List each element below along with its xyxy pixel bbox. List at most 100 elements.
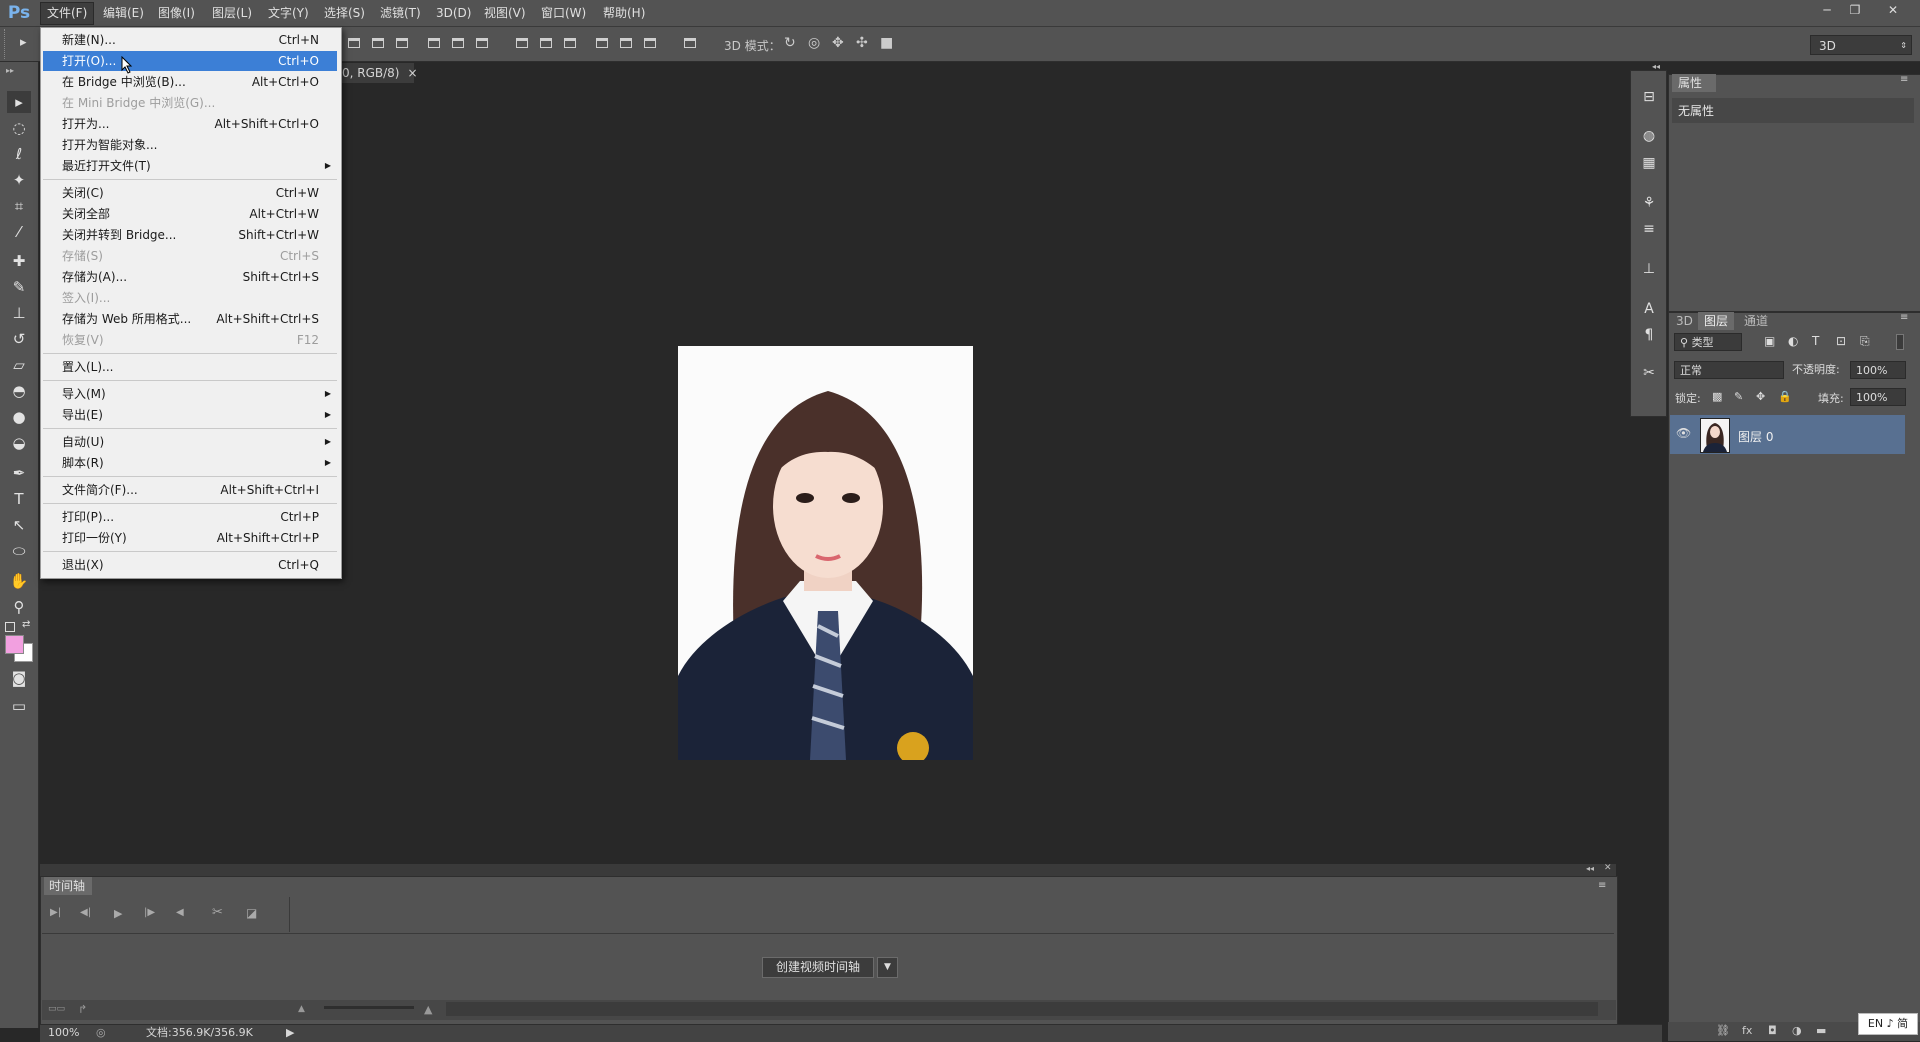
layer-filter-select[interactable]: ⚲ 类型 <box>1674 333 1742 351</box>
filter-smart-object-icon[interactable]: ⎘ <box>1860 334 1870 349</box>
close-tab-icon[interactable]: × <box>408 66 418 80</box>
ime-indicator[interactable]: EN ♪ 简 <box>1858 1013 1918 1035</box>
file-menu-item[interactable]: 打开为智能对象... <box>43 135 337 155</box>
hand-tool-icon[interactable]: ✋ <box>7 570 31 592</box>
menu-item[interactable]: 帮助(H) <box>597 0 651 26</box>
menu-item[interactable]: 窗口(W) <box>535 0 592 26</box>
file-menu-item[interactable]: 退出(X) Ctrl+Q <box>43 555 337 575</box>
link-layers-icon[interactable]: ⛓ <box>1716 1024 1730 1037</box>
restore-button[interactable]: ❐ <box>1842 2 1868 18</box>
menu-item[interactable]: 选择(S) <box>318 0 371 26</box>
file-menu-item[interactable]: 新建(N)... Ctrl+N <box>43 30 337 50</box>
path-selection-tool-icon[interactable]: ↖ <box>7 514 31 536</box>
auto-align-icon[interactable] <box>682 35 698 51</box>
align-vcenter-icon[interactable] <box>370 35 386 51</box>
align-top-icon[interactable] <box>346 35 362 51</box>
properties-tab[interactable]: 属性 <box>1672 74 1716 92</box>
lasso-tool-icon[interactable]: ℓ <box>7 143 31 165</box>
blur-tool-icon[interactable]: ● <box>7 406 31 428</box>
timeline-menu-icon[interactable]: ≡ <box>1598 880 1606 891</box>
3d-slide-icon[interactable]: ✣ <box>856 35 868 51</box>
pen-tool-icon[interactable]: ✒ <box>7 462 31 484</box>
create-video-timeline-button[interactable]: 创建视频时间轴 <box>762 957 874 978</box>
history-brush-tool-icon[interactable]: ↺ <box>7 328 31 350</box>
magic-wand-tool-icon[interactable]: ✦ <box>7 169 31 191</box>
filter-adjustment-icon[interactable]: ◐ <box>1788 334 1798 348</box>
timeline-scrollbar[interactable] <box>446 1002 1598 1016</box>
fill-field[interactable]: 100% <box>1850 388 1906 406</box>
timeline-close-icon[interactable]: ✕ <box>1604 863 1612 873</box>
menu-item[interactable]: 滤镜(T) <box>374 0 427 26</box>
file-menu-item[interactable]: 脚本(R) ▶ <box>43 453 337 473</box>
distribute-bottom-icon[interactable] <box>562 35 578 51</box>
file-menu-item[interactable]: 存储为(A)... Shift+Ctrl+S <box>43 267 337 287</box>
file-menu-item[interactable]: 导出(E) ▶ <box>43 405 337 425</box>
tool-presets-panel-icon[interactable]: ✂ <box>1639 363 1659 383</box>
go-to-first-frame-icon[interactable]: ▶| <box>50 907 61 918</box>
menu-item[interactable]: 图层(L) <box>206 0 258 26</box>
align-bottom-icon[interactable] <box>394 35 410 51</box>
move-tool-preset-icon[interactable]: ▸ <box>20 35 27 50</box>
add-mask-icon[interactable]: ◘ <box>1768 1024 1777 1037</box>
previous-frame-icon[interactable]: ◀| <box>80 907 91 918</box>
lock-transparent-icon[interactable]: ▩ <box>1712 390 1722 403</box>
foreground-color-swatch[interactable] <box>5 635 24 654</box>
ellipse-tool-icon[interactable]: ⬭ <box>7 540 31 562</box>
options-bar-grip[interactable] <box>4 29 13 59</box>
lock-position-icon[interactable]: ✥ <box>1756 390 1765 403</box>
history-panel-icon[interactable]: ⊟ <box>1639 87 1659 107</box>
render-video-icon[interactable]: ↱ <box>78 1003 87 1016</box>
opacity-field[interactable]: 100% <box>1850 361 1906 379</box>
file-menu-item[interactable]: 最近打开文件(T) ▶ <box>43 156 337 176</box>
file-menu-item[interactable]: 打印一份(Y) Alt+Shift+Ctrl+P <box>43 528 337 548</box>
brush-panel-icon[interactable]: ⚘ <box>1639 193 1659 213</box>
tab-3d[interactable]: 3D <box>1670 312 1699 330</box>
file-menu-item[interactable]: 关闭并转到 Bridge... Shift+Ctrl+W <box>43 225 337 245</box>
filter-shape-icon[interactable]: ⊡ <box>1836 334 1846 348</box>
paragraph-panel-icon[interactable]: ¶ <box>1639 325 1659 345</box>
adjustments-panel-icon[interactable]: ≡ <box>1639 219 1659 239</box>
close-window-button[interactable]: ✕ <box>1880 2 1906 18</box>
menu-item[interactable]: 编辑(E) <box>97 0 150 26</box>
layers-menu-icon[interactable]: ≡ <box>1900 312 1908 323</box>
file-menu-item[interactable]: 打印(P)... Ctrl+P <box>43 507 337 527</box>
zoom-tool-icon[interactable]: ⚲ <box>7 596 31 618</box>
type-tool-icon[interactable]: T <box>7 488 31 510</box>
swatches-panel-icon[interactable]: ▦ <box>1639 153 1659 173</box>
audio-icon[interactable]: ◀ <box>176 907 184 918</box>
file-menu-item[interactable]: 关闭(C) Ctrl+W <box>43 183 337 203</box>
next-frame-icon[interactable]: |▶ <box>144 907 155 918</box>
file-menu-item[interactable]: 在 Bridge 中浏览(B)... Alt+Ctrl+O <box>43 72 337 92</box>
file-menu-item[interactable]: 自动(U) ▶ <box>43 432 337 452</box>
timeline-mode-dropdown[interactable]: ▼ <box>877 957 898 978</box>
play-icon[interactable]: ▶ <box>114 907 122 920</box>
distribute-hcenter-icon[interactable] <box>618 35 634 51</box>
split-clip-icon[interactable]: ✂ <box>212 905 223 920</box>
timeline-frames-icon[interactable]: ▭▭ <box>48 1004 65 1014</box>
file-menu-item[interactable]: 关闭全部 Alt+Ctrl+W <box>43 204 337 224</box>
filter-pixel-icon[interactable]: ▣ <box>1764 334 1775 348</box>
zoom-out-timeline-icon[interactable]: ▲ <box>298 1004 305 1014</box>
layer-visibility-eye-icon[interactable]: 👁 <box>1676 426 1691 440</box>
filter-type-icon[interactable]: T <box>1812 334 1819 348</box>
filter-toggle[interactable] <box>1896 334 1904 350</box>
eyedropper-tool-icon[interactable]: ⁄ <box>7 221 31 243</box>
file-menu-item[interactable]: 存储为 Web 所用格式... Alt+Shift+Ctrl+S <box>43 309 337 329</box>
minimize-button[interactable]: ─ <box>1814 2 1840 18</box>
align-hcenter-icon[interactable] <box>450 35 466 51</box>
swap-colors-icon[interactable]: ⇄ <box>22 619 30 630</box>
workspace-select[interactable]: 3D ⇕ <box>1810 35 1912 55</box>
dodge-tool-icon[interactable]: ◒ <box>7 432 31 454</box>
character-panel-icon[interactable]: A <box>1639 299 1659 319</box>
distribute-left-icon[interactable] <box>594 35 610 51</box>
screen-mode-icon[interactable]: ▭ <box>7 695 31 717</box>
distribute-top-icon[interactable] <box>514 35 530 51</box>
file-menu-item[interactable]: 导入(M) ▶ <box>43 384 337 404</box>
new-adjustment-icon[interactable]: ◑ <box>1792 1024 1802 1037</box>
distribute-vcenter-icon[interactable] <box>538 35 554 51</box>
3d-rotate-icon[interactable]: ↻ <box>784 35 796 51</box>
clone-stamp-tool-icon[interactable]: ⊥ <box>7 302 31 324</box>
lock-all-icon[interactable]: 🔒 <box>1778 390 1792 403</box>
brush-tool-icon[interactable]: ✎ <box>7 276 31 298</box>
toolbox-collapse-icon[interactable]: ▸▸ <box>6 66 14 75</box>
